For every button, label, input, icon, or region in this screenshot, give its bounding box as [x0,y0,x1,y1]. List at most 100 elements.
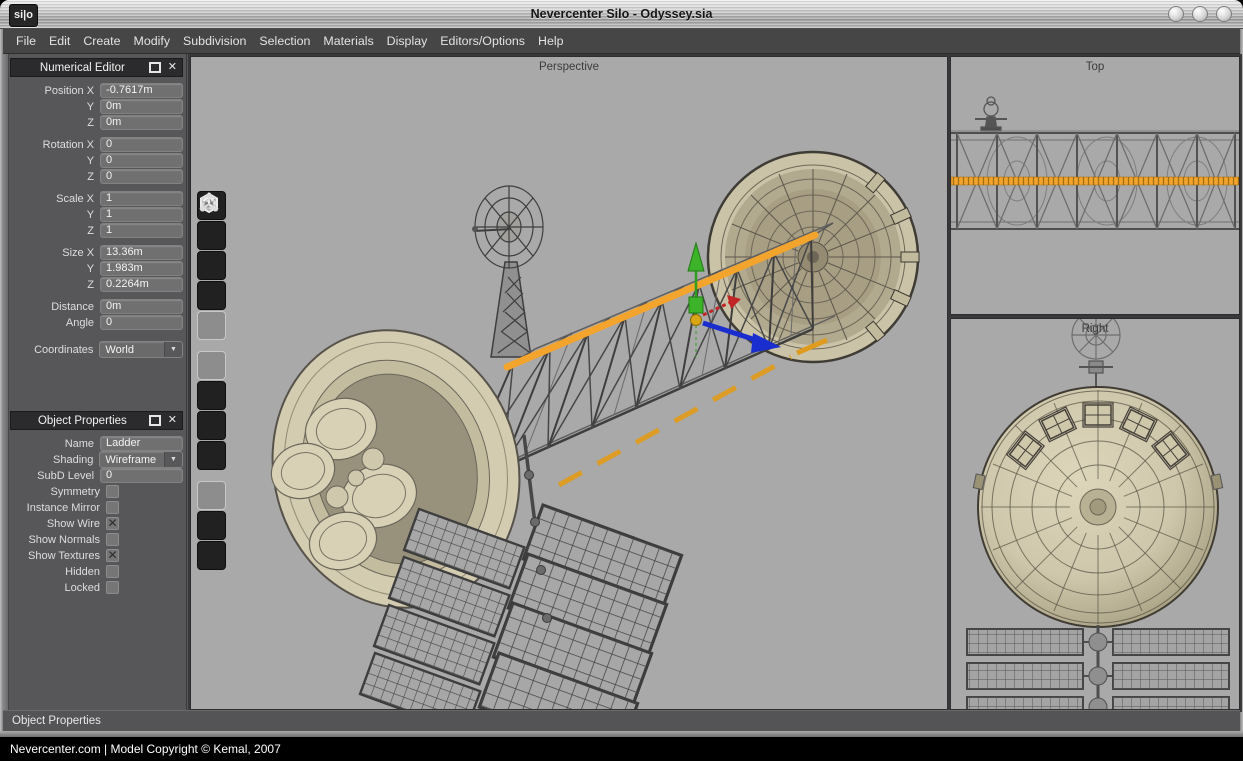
right-viewport[interactable]: Right [950,318,1240,710]
edge-mode-button[interactable] [197,221,226,250]
restore-icon[interactable] [149,62,161,73]
shading-dropdown[interactable]: Wireframe ▼ [99,451,183,468]
menu-help[interactable]: Help [538,34,563,48]
size-z-input[interactable]: 0.2264m [100,277,183,292]
field-label: Hidden [10,566,106,578]
field-label: Show Wire [10,518,106,530]
object-properties-panel: Object Properties ✕ NameLadder Shading W… [10,411,183,601]
top-antenna [975,97,1007,131]
instance-mirror-checkbox[interactable] [106,501,119,514]
numerical-editor-header[interactable]: Numerical Editor ✕ [10,58,183,77]
field-label: Show Normals [10,534,106,546]
angle-input[interactable]: 0 [100,315,183,330]
paint-select-icon [197,191,221,215]
object-properties-header[interactable]: Object Properties ✕ [10,411,183,430]
menu-file[interactable]: File [16,34,36,48]
field-label: Z [10,117,100,129]
radar-dish [472,186,543,357]
menu-editors-options[interactable]: Editors/Options [440,34,525,48]
field-label: Rotation X [10,139,100,151]
menu-edit[interactable]: Edit [49,34,70,48]
paint-select-button[interactable] [197,541,226,570]
top-scene[interactable] [951,57,1239,314]
position-z-input[interactable]: 0m [100,115,183,130]
menu-subdivision[interactable]: Subdivision [183,34,246,48]
status-bar: Object Properties [3,710,1240,731]
maximize-button[interactable] [1192,6,1208,22]
multiselect-mode-button[interactable] [197,311,226,340]
show-wire-checkbox[interactable]: ✕ [106,517,119,530]
field-label: Angle [10,317,100,329]
distance-input[interactable]: 0m [100,299,183,314]
panel-title: Object Properties [16,415,149,427]
universal-manipulator-button[interactable] [197,441,226,470]
field-label: Size X [10,247,100,259]
numerical-editor-panel: Numerical Editor ✕ Position X-0.7617m Y0… [10,58,183,363]
chevron-down-icon: ▼ [164,342,182,357]
top-ladder [951,177,1239,185]
field-label: Z [10,225,100,237]
locked-checkbox[interactable] [106,581,119,594]
perspective-viewport[interactable]: Perspective [190,56,948,710]
menu-materials[interactable]: Materials [323,34,373,48]
field-label: Coordinates [10,344,99,356]
position-y-input[interactable]: 0m [100,99,183,114]
menu-bar: File Edit Create Modify Subdivision Sele… [3,29,1240,54]
size-y-input[interactable]: 1.983m [100,261,183,276]
top-viewport[interactable]: Top [950,56,1240,315]
chevron-down-icon: ▼ [164,452,182,467]
minimize-button[interactable] [1168,6,1184,22]
show-textures-checkbox[interactable]: ✕ [106,549,119,562]
face-mode-button[interactable] [197,251,226,280]
field-label: Show Textures [10,550,106,562]
perspective-scene[interactable] [191,57,947,709]
scale-x-input[interactable]: 1 [100,191,183,206]
sidebar-grip[interactable] [3,54,9,710]
field-label: Z [10,171,100,183]
field-label: Y [10,263,100,275]
field-label: Scale X [10,193,100,205]
scale-z-input[interactable]: 1 [100,223,183,238]
menu-modify[interactable]: Modify [134,34,171,48]
close-button[interactable] [1216,6,1232,22]
field-label: Y [10,155,100,167]
close-icon[interactable]: ✕ [168,62,177,73]
tool-column [197,191,226,570]
object-name-input[interactable]: Ladder [100,436,183,451]
habitat-drum [708,152,919,362]
scale-y-input[interactable]: 1 [100,207,183,222]
habitat-sphere [973,387,1222,627]
restore-icon[interactable] [149,415,161,426]
field-label: Name [10,438,100,450]
rotate-tool-button[interactable] [197,381,226,410]
size-x-input[interactable]: 13.36m [100,245,183,260]
menu-display[interactable]: Display [387,34,428,48]
window-controls [1168,6,1232,22]
menu-create[interactable]: Create [83,34,120,48]
position-x-input[interactable]: -0.7617m [100,83,183,98]
rotation-z-input[interactable]: 0 [100,169,183,184]
field-label: Symmetry [10,486,106,498]
hidden-checkbox[interactable] [106,565,119,578]
menu-selection[interactable]: Selection [259,34,310,48]
right-solar-panels [967,625,1229,709]
title-bar[interactable]: si|o Nevercenter Silo - Odyssey.sia [0,0,1243,29]
symmetry-checkbox[interactable] [106,485,119,498]
scale-tool-button[interactable] [197,411,226,440]
rotation-x-input[interactable]: 0 [100,137,183,152]
show-normals-checkbox[interactable] [106,533,119,546]
field-label: SubD Level [10,470,100,482]
rotation-y-input[interactable]: 0 [100,153,183,168]
right-scene[interactable] [951,319,1239,709]
close-icon[interactable]: ✕ [168,415,177,426]
subd-level-input[interactable]: 0 [100,468,183,483]
move-tool-button[interactable] [197,351,226,380]
object-mode-button[interactable] [197,281,226,310]
footer-bar: Nevercenter.com | Model Copyright © Kema… [0,737,1243,761]
field-label: Distance [10,301,100,313]
freeform-select-button[interactable] [197,481,226,510]
area-select-button[interactable] [197,511,226,540]
coordinates-dropdown[interactable]: World ▼ [99,341,183,358]
left-sidebar: Numerical Editor ✕ Position X-0.7617m Y0… [3,54,187,710]
field-label: Y [10,209,100,221]
